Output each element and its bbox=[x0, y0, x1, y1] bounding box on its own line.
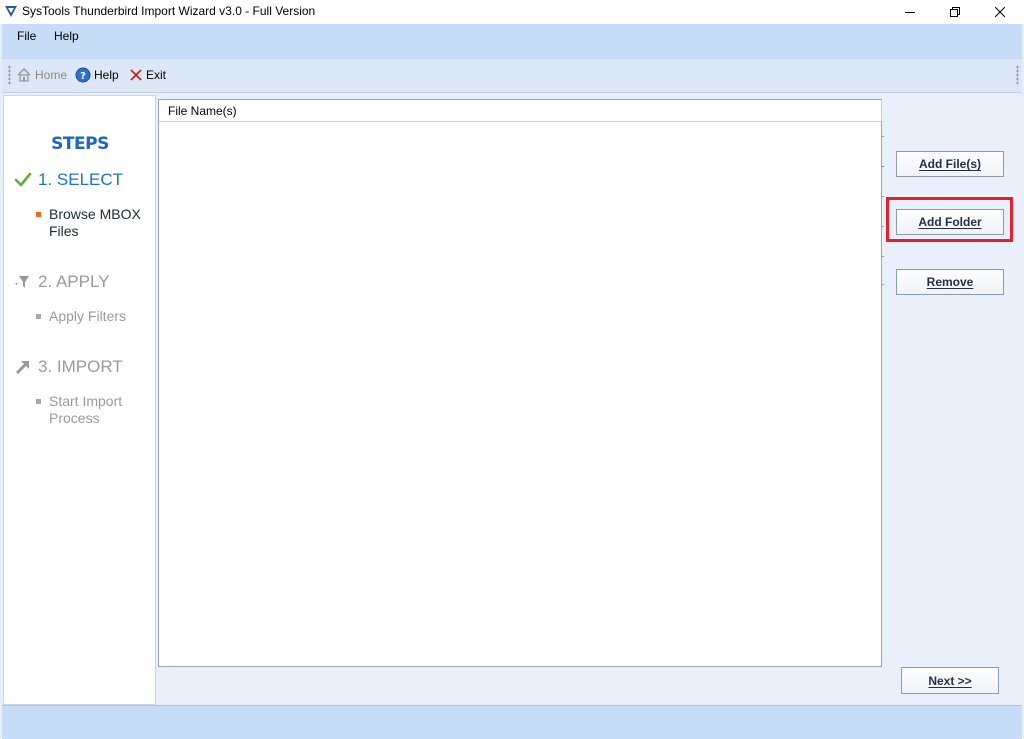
step-1-subtext: Browse MBOX Files bbox=[49, 206, 141, 239]
home-label: Home bbox=[35, 68, 68, 82]
step-1-heading: 1. SELECT bbox=[38, 170, 124, 189]
step-3-subtext: Start Import Process bbox=[49, 393, 123, 426]
file-list-header bbox=[159, 100, 881, 122]
step-3-heading: 3. IMPORT bbox=[38, 357, 123, 376]
status-bar bbox=[2, 705, 1022, 739]
restore-icon bbox=[950, 7, 960, 17]
remove-button[interactable]: Remove bbox=[896, 269, 1004, 295]
divider-tick bbox=[881, 196, 884, 197]
arrow-up-right-icon bbox=[14, 358, 32, 376]
step-2-bullet bbox=[36, 314, 41, 319]
minimize-button[interactable] bbox=[887, 0, 933, 24]
column-separator bbox=[881, 100, 882, 121]
exit-x-icon bbox=[130, 69, 142, 81]
toolbar-grip bbox=[8, 65, 11, 85]
menu-file[interactable]: File bbox=[17, 29, 36, 43]
step-1-bullet bbox=[36, 212, 41, 217]
restore-button[interactable] bbox=[932, 0, 978, 24]
divider-tick bbox=[881, 226, 884, 227]
close-button[interactable] bbox=[977, 0, 1023, 24]
toolbar-grip-right bbox=[1016, 65, 1019, 85]
step-2-subtext: Apply Filters bbox=[49, 308, 127, 324]
divider-tick bbox=[881, 136, 884, 137]
add-files-button[interactable]: Add File(s) bbox=[896, 151, 1004, 177]
home-button[interactable]: Home bbox=[16, 66, 67, 84]
divider-tick bbox=[881, 284, 884, 285]
column-header-file-name[interactable]: File Name(s) bbox=[168, 104, 237, 118]
home-icon bbox=[17, 67, 31, 82]
check-icon bbox=[14, 171, 32, 189]
step-2-heading: 2. APPLY bbox=[38, 272, 110, 291]
file-list[interactable] bbox=[158, 99, 882, 667]
window-title: SysTools Thunderbird Import Wizard v3.0 … bbox=[22, 4, 316, 18]
close-icon bbox=[995, 7, 1005, 17]
svg-text:?: ? bbox=[80, 71, 86, 82]
filter-icon bbox=[14, 273, 32, 291]
divider-tick bbox=[881, 166, 884, 167]
exit-button[interactable]: Exit bbox=[129, 66, 166, 84]
minimize-icon bbox=[905, 12, 915, 13]
menu-help[interactable]: Help bbox=[54, 29, 79, 43]
step-3-bullet bbox=[36, 399, 41, 404]
next-button[interactable]: Next >> bbox=[901, 667, 999, 694]
divider-tick bbox=[881, 256, 884, 257]
steps-title: STEPS bbox=[51, 134, 109, 154]
app-logo-icon bbox=[4, 4, 18, 18]
add-folder-button[interactable]: Add Folder bbox=[896, 209, 1004, 235]
exit-label: Exit bbox=[146, 68, 167, 82]
help-icon: ? bbox=[75, 67, 91, 83]
menu-bar bbox=[2, 24, 1022, 58]
help-label: Help bbox=[94, 68, 119, 82]
help-button[interactable]: ? Help bbox=[75, 66, 119, 84]
